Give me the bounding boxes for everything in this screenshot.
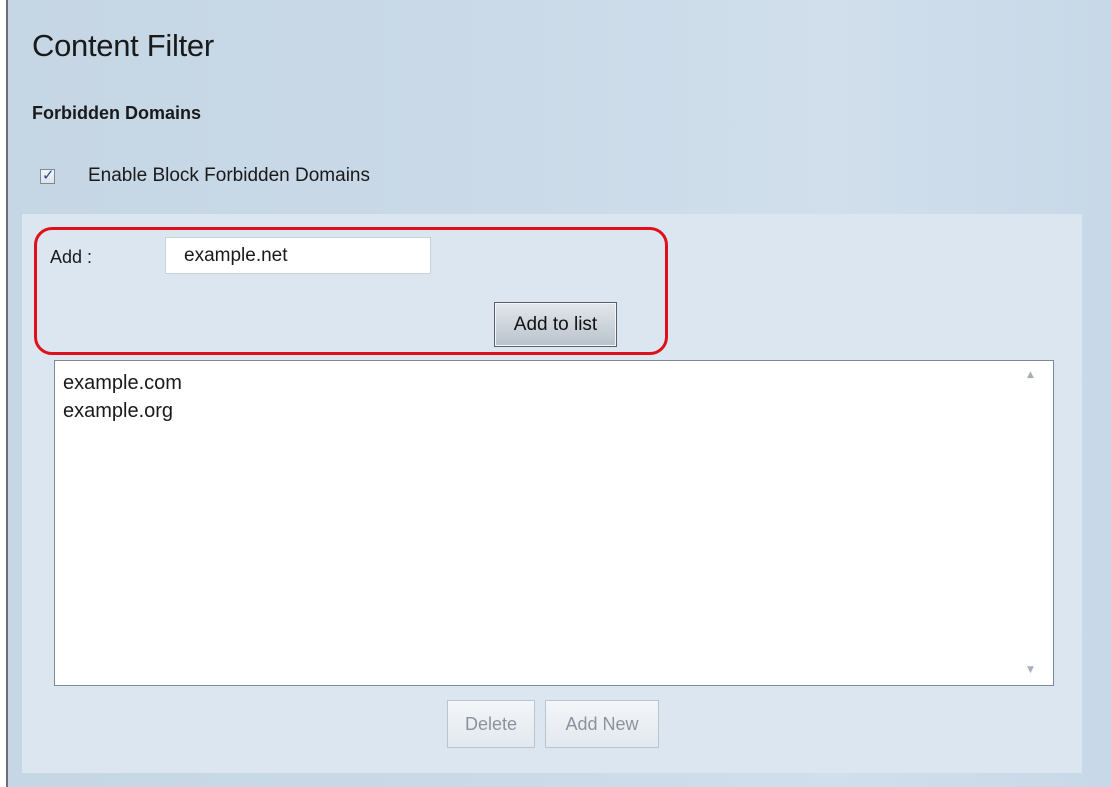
list-scrollbar[interactable]: ▲ ▼: [1017, 361, 1053, 685]
enable-block-label: Enable Block Forbidden Domains: [88, 165, 370, 186]
add-new-button[interactable]: Add New: [545, 700, 659, 748]
add-domain-input[interactable]: [165, 237, 431, 274]
list-item[interactable]: example.com: [63, 369, 182, 397]
enable-block-row[interactable]: ✓ Enable Block Forbidden Domains: [40, 165, 370, 187]
enable-block-checkbox[interactable]: ✓: [40, 165, 55, 184]
list-item[interactable]: example.org: [63, 397, 182, 425]
page-title: Content Filter: [32, 28, 214, 63]
list-items: example.com example.org: [63, 369, 182, 425]
scroll-down-arrow-icon[interactable]: ▼: [1027, 665, 1034, 675]
checkmark-icon: ✓: [42, 165, 55, 184]
content-filter-window: Content Filter Forbidden Domains ✓ Enabl…: [6, 0, 1111, 787]
scroll-up-arrow-icon[interactable]: ▲: [1027, 370, 1034, 380]
add-label: Add :: [50, 247, 93, 267]
add-to-list-button[interactable]: Add to list: [494, 302, 617, 347]
section-title: Forbidden Domains: [32, 103, 202, 123]
forbidden-domains-list[interactable]: example.com example.org ▲ ▼: [54, 360, 1054, 686]
delete-button[interactable]: Delete: [447, 700, 535, 748]
